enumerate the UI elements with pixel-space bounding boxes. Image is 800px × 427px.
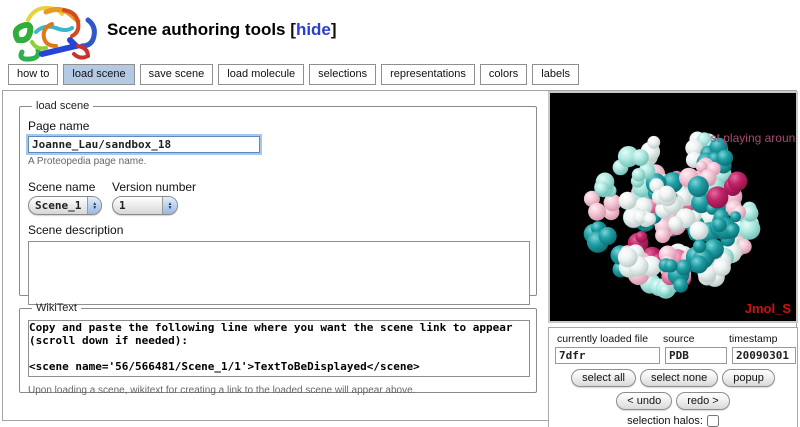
scene-name-label: Scene name: [28, 180, 102, 194]
undo-button[interactable]: < undo: [616, 392, 672, 410]
version-number-select[interactable]: 1 ▲▼: [112, 196, 178, 215]
hide-bracket-close: ]: [331, 20, 337, 39]
select-stepper-icon: ▲▼: [162, 197, 177, 214]
timestamp-input[interactable]: [732, 347, 796, 364]
timestamp-label: timestamp: [729, 333, 793, 345]
redo-button[interactable]: redo >: [676, 392, 730, 410]
jmol-echo-text: st playing around: [711, 131, 798, 145]
wikitext-footnote: Upon loading a scene, wikitext for creat…: [28, 385, 530, 396]
jmol-applet[interactable]: st playing around Jmol_S: [548, 91, 798, 323]
load-scene-fieldset: load scene Page name A Proteopedia page …: [19, 100, 537, 296]
proteopedia-protein-logo: [8, 2, 102, 62]
tab-how-to[interactable]: how to: [8, 64, 58, 85]
loaded-file-label: currently loaded file: [553, 333, 663, 345]
version-number-label: Version number: [112, 180, 196, 194]
page-name-label: Page name: [28, 119, 530, 133]
loaded-file-input[interactable]: [555, 347, 660, 364]
viewer-panel: st playing around Jmol_S currently loade…: [548, 91, 798, 427]
tab-bar: how to load scene save scene load molecu…: [8, 64, 579, 85]
tab-colors[interactable]: colors: [480, 64, 527, 85]
version-number-value: 1: [113, 199, 162, 212]
select-all-button[interactable]: select all: [571, 369, 636, 387]
scene-description-label: Scene description: [28, 223, 530, 237]
protein-spacefill-model: [550, 93, 796, 321]
selection-halos-checkbox[interactable]: [707, 415, 719, 427]
hide-link[interactable]: hide: [296, 20, 331, 39]
page-name-hint: A Proteopedia page name.: [28, 156, 530, 167]
tab-save-scene[interactable]: save scene: [140, 64, 214, 85]
tab-load-scene[interactable]: load scene: [63, 64, 134, 85]
page-name-input[interactable]: [28, 136, 260, 153]
tab-representations[interactable]: representations: [381, 64, 475, 85]
scene-description-textarea[interactable]: [28, 241, 530, 305]
source-label: source: [663, 333, 729, 345]
tab-labels[interactable]: labels: [532, 64, 579, 85]
page-title: Scene authoring tools [hide]: [107, 20, 337, 40]
page-title-text: Scene authoring tools: [107, 20, 286, 39]
wikitext-fieldset: WikiText Copy and paste the following li…: [19, 302, 537, 393]
popup-button[interactable]: popup: [722, 369, 775, 387]
selection-halos-label: selection halos:: [627, 415, 703, 427]
tab-selections[interactable]: selections: [309, 64, 376, 85]
wikitext-textarea[interactable]: Copy and paste the following line where …: [28, 320, 530, 377]
select-stepper-icon: ▲▼: [87, 197, 101, 214]
tab-load-molecule[interactable]: load molecule: [218, 64, 304, 85]
scene-name-value: Scene_1: [29, 199, 87, 212]
tab-content-panel: load scene Page name A Proteopedia page …: [2, 90, 797, 421]
scene-name-select[interactable]: Scene_1 ▲▼: [28, 196, 102, 215]
source-input[interactable]: [665, 347, 727, 364]
load-scene-legend: load scene: [32, 100, 93, 112]
jmol-logo: Jmol_S: [745, 301, 791, 316]
wikitext-legend: WikiText: [32, 302, 81, 314]
viewer-controls-box: currently loaded file source timestamp s…: [548, 327, 798, 427]
select-none-button[interactable]: select none: [640, 369, 718, 387]
